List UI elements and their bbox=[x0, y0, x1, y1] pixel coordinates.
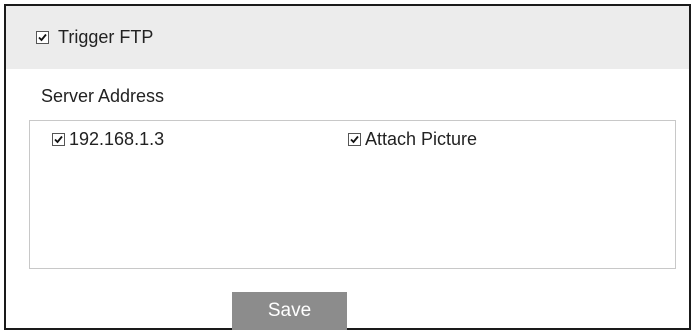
trigger-ftp-checkbox[interactable] bbox=[36, 31, 49, 44]
trigger-ftp-row[interactable]: Trigger FTP bbox=[36, 6, 153, 69]
save-button[interactable]: Save bbox=[232, 292, 347, 330]
server-address-value: 192.168.1.3 bbox=[69, 129, 165, 149]
attach-picture-option[interactable]: Attach Picture bbox=[348, 129, 477, 150]
server-entry-address[interactable]: 192.168.1.3 bbox=[52, 129, 164, 150]
server-address-label: Server Address bbox=[41, 86, 165, 106]
ftp-trigger-panel: Trigger FTP Server Address 192.168.1.3 A… bbox=[4, 4, 691, 330]
server-address-checkbox[interactable] bbox=[52, 133, 65, 146]
server-address-list: 192.168.1.3 Attach Picture bbox=[29, 120, 676, 269]
checkmark-icon bbox=[38, 33, 47, 42]
trigger-ftp-label: Trigger FTP bbox=[58, 27, 154, 47]
attach-picture-checkbox[interactable] bbox=[348, 133, 361, 146]
checkmark-icon bbox=[350, 135, 359, 144]
trigger-header: Trigger FTP bbox=[6, 6, 689, 69]
checkmark-icon bbox=[54, 135, 63, 144]
attach-picture-label: Attach Picture bbox=[365, 129, 478, 149]
